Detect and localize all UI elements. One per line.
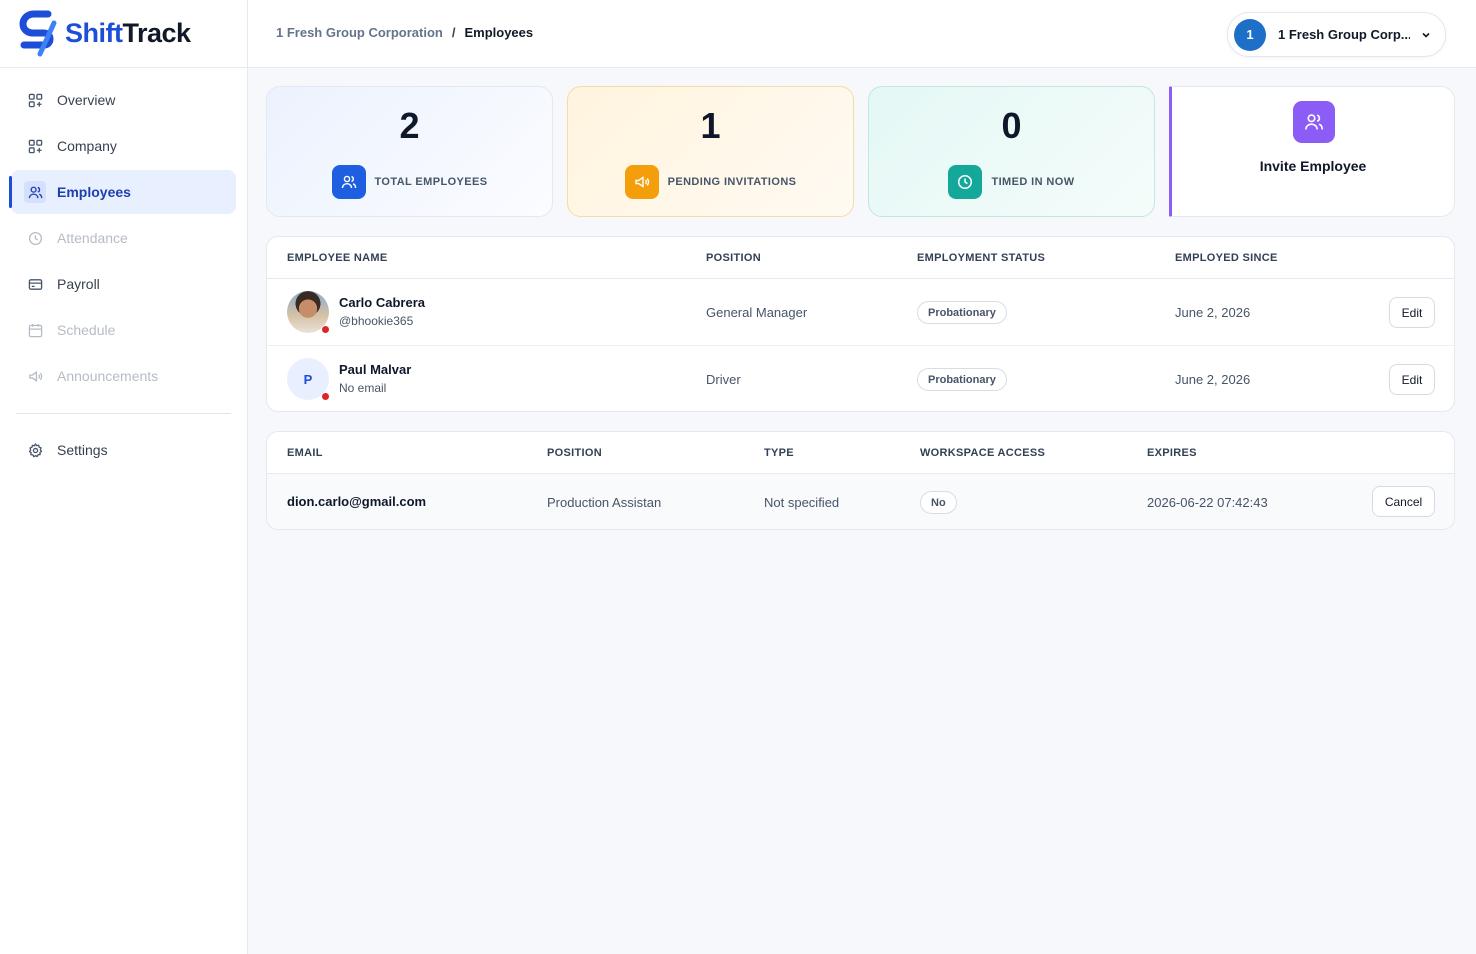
employee-username: @bhookie365 (339, 314, 414, 328)
sidebar-nav: Overview Company Employees Attendance Pa… (0, 68, 247, 472)
breadcrumb-parent[interactable]: 1 Fresh Group Corporation (276, 25, 443, 40)
stat-value: 2 (399, 105, 420, 146)
gear-icon (27, 442, 43, 458)
employee-email: No email (339, 381, 387, 395)
column-header-type: TYPE (764, 447, 794, 459)
top-header: 1 Fresh Group Corporation / Employees 1 … (248, 0, 1476, 68)
sidebar-item-attendance[interactable]: Attendance (11, 216, 236, 260)
employees-table: EMPLOYEE NAME POSITION EMPLOYMENT STATUS… (266, 236, 1455, 412)
column-header-employment-status: EMPLOYMENT STATUS (917, 252, 1046, 264)
invite-employee-card[interactable]: Invite Employee (1169, 86, 1455, 217)
column-header-employed-since: EMPLOYED SINCE (1175, 252, 1278, 264)
credit-card-icon (27, 276, 43, 292)
status-badge: Probationary (917, 301, 1007, 324)
app-logo-text: ShiftTrack (65, 18, 191, 48)
stat-label: TOTAL EMPLOYEES (374, 176, 488, 188)
column-header-position: POSITION (547, 447, 602, 459)
sidebar-item-announcements[interactable]: Announcements (11, 354, 236, 398)
edit-button[interactable]: Edit (1389, 364, 1435, 395)
calendar-icon (27, 322, 43, 338)
sidebar-item-label: Settings (57, 442, 108, 458)
column-header-email: EMAIL (287, 447, 323, 459)
app-logo[interactable]: ShiftTrack (0, 0, 247, 68)
employee-position: Driver (706, 372, 741, 387)
organization-switcher[interactable]: 1 1 Fresh Group Corp... (1227, 12, 1446, 57)
sidebar-divider (16, 413, 231, 414)
sidebar-item-label: Overview (57, 92, 116, 108)
shifttrack-logo-icon (19, 10, 57, 56)
breadcrumb-current: Employees (464, 25, 534, 40)
megaphone-icon (27, 368, 43, 384)
users-icon (1293, 101, 1335, 143)
invitation-position: Production Assistan (547, 495, 662, 510)
chevron-down-icon (1422, 32, 1430, 38)
sidebar-item-employees[interactable]: Employees (9, 170, 236, 214)
status-dot (321, 392, 330, 401)
sidebar-item-settings[interactable]: Settings (11, 428, 236, 472)
megaphone-icon (624, 165, 659, 199)
column-header-workspace-access: WORKSPACE ACCESS (920, 447, 1046, 459)
status-badge: Probationary (917, 368, 1007, 391)
clock-icon (27, 230, 43, 246)
sidebar-item-label: Employees (57, 184, 131, 200)
sidebar-item-label: Company (57, 138, 117, 154)
employed-since: June 2, 2026 (1175, 372, 1251, 387)
stat-value: 0 (1001, 105, 1022, 146)
cancel-invitation-button[interactable]: Cancel (1372, 486, 1435, 517)
table-row: Carlo Cabrera @bhookie365 General Manage… (267, 279, 1454, 346)
table-row: dion.carlo@gmail.com Production Assistan… (267, 474, 1454, 529)
breadcrumb-separator: / (451, 25, 456, 40)
clock-icon (948, 165, 983, 199)
org-name: 1 Fresh Group Corp... (1278, 27, 1410, 42)
stat-label: PENDING INVITATIONS (667, 176, 797, 188)
sidebar-item-label: Announcements (57, 368, 159, 384)
users-icon (331, 165, 366, 199)
org-avatar: 1 (1234, 18, 1266, 51)
workspace-access-badge: No (920, 491, 957, 514)
column-header-employee-name: EMPLOYEE NAME (287, 252, 388, 264)
stat-value: 1 (700, 105, 721, 146)
invitation-expires: 2026-06-22 07:42:43 (1147, 495, 1268, 510)
breadcrumb: 1 Fresh Group Corporation / Employees (276, 25, 533, 40)
status-dot (321, 325, 330, 334)
invitation-type: Not specified (764, 495, 840, 510)
edit-button[interactable]: Edit (1389, 297, 1435, 328)
invitations-table: EMAIL POSITION TYPE WORKSPACE ACCESS EXP… (266, 431, 1455, 530)
sidebar-item-label: Schedule (57, 322, 116, 338)
sidebar-item-payroll[interactable]: Payroll (11, 262, 236, 306)
sidebar-item-label: Attendance (57, 230, 128, 246)
stat-label: TIMED IN NOW (991, 176, 1075, 188)
employed-since: June 2, 2026 (1175, 305, 1251, 320)
column-header-position: POSITION (706, 252, 761, 264)
sidebar-item-label: Payroll (57, 276, 100, 292)
users-icon (24, 181, 46, 203)
stat-card-total-employees: 2 TOTAL EMPLOYEES (266, 86, 553, 217)
table-header: EMPLOYEE NAME POSITION EMPLOYMENT STATUS… (267, 237, 1454, 279)
employee-name: Carlo Cabrera (339, 295, 425, 310)
employee-name: Paul Malvar (339, 362, 412, 377)
grid-plus-icon (27, 138, 43, 154)
stat-card-pending-invitations: 1 PENDING INVITATIONS (567, 86, 854, 217)
sidebar-item-overview[interactable]: Overview (11, 78, 236, 122)
sidebar-item-schedule[interactable]: Schedule (11, 308, 236, 352)
sidebar-item-company[interactable]: Company (11, 124, 236, 168)
invitation-email: dion.carlo@gmail.com (287, 494, 427, 509)
sidebar: ShiftTrack Overview Company Employees At… (0, 0, 248, 954)
stat-card-timed-in-now: 0 TIMED IN NOW (868, 86, 1155, 217)
table-row: P Paul Malvar No email Driver Probationa… (267, 346, 1454, 411)
grid-plus-icon (27, 92, 43, 108)
table-header: EMAIL POSITION TYPE WORKSPACE ACCESS EXP… (267, 432, 1454, 474)
column-header-expires: EXPIRES (1147, 447, 1197, 459)
employee-position: General Manager (706, 305, 808, 320)
invite-employee-label: Invite Employee (1259, 158, 1367, 174)
